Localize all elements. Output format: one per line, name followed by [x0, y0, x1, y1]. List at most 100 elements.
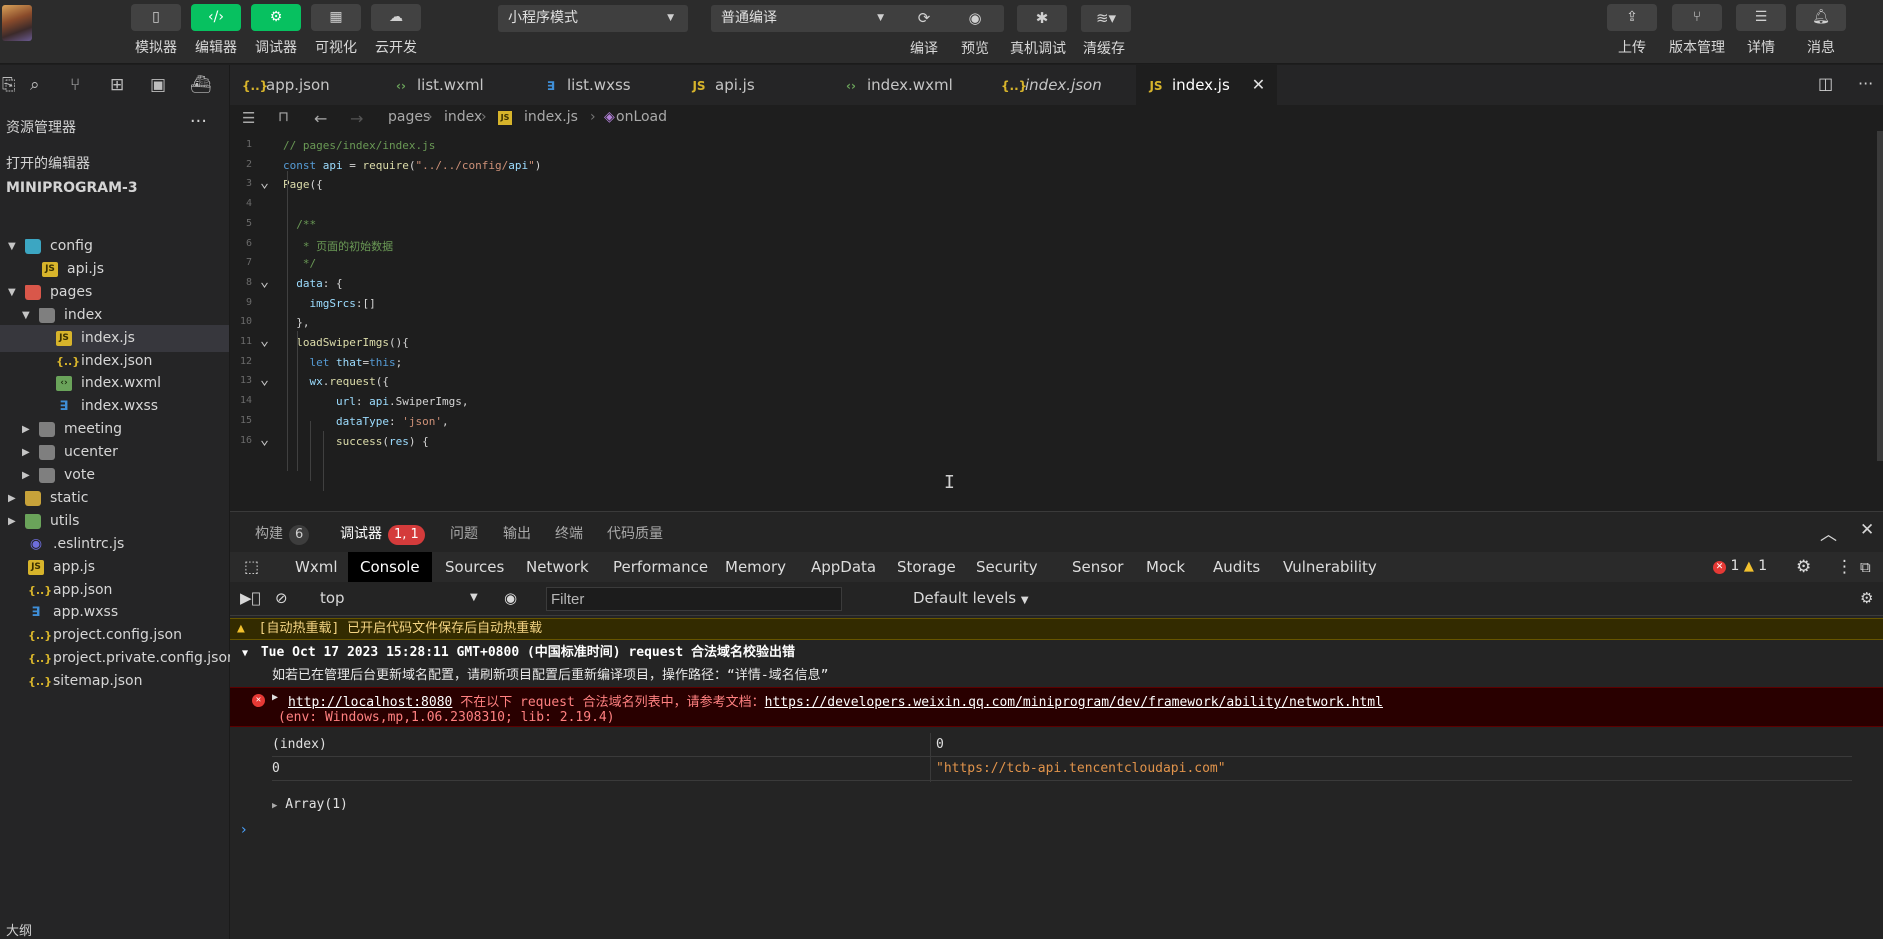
devtools-tab[interactable]: Storage	[897, 552, 956, 582]
more-icon[interactable]: ⋮	[1836, 552, 1853, 582]
back-icon[interactable]: ←	[314, 109, 327, 128]
breadcrumb-item[interactable]: pages	[388, 109, 430, 125]
messages-button[interactable]: 🔔︎ 消息	[1795, 4, 1847, 60]
preview-label[interactable]: 预览	[961, 38, 989, 58]
upload-button[interactable]: ⇪ 上传	[1606, 4, 1658, 60]
eye-icon[interactable]: ◉	[953, 5, 997, 32]
forward-icon[interactable]: →	[350, 109, 363, 128]
tab-code-quality[interactable]: 代码质量	[607, 523, 663, 543]
filter-input[interactable]	[547, 588, 841, 610]
real-debug-label[interactable]: 真机调试	[1010, 38, 1066, 58]
close-icon[interactable]: ✕	[1860, 520, 1874, 540]
devtools-tab[interactable]: Wxml	[295, 552, 338, 582]
split-editor-icon[interactable]: ◫	[1818, 74, 1833, 93]
list-icon[interactable]: ☰	[242, 109, 255, 127]
fold-chevron-icon[interactable]: ⌄	[260, 372, 269, 387]
code-area[interactable]: 1 // pages/index/index.js 2 const api = req…	[230, 131, 1883, 511]
devtools-tab[interactable]: Memory	[725, 552, 786, 582]
more-icon[interactable]: ···	[190, 111, 207, 132]
array-expander[interactable]: ▶ Array(1)	[272, 797, 348, 812]
error-doc-link[interactable]: https://developers.weixin.qq.com/minipro…	[765, 695, 1383, 710]
cloud-db-icon[interactable]: ▣	[150, 75, 166, 95]
editor-scrollbar[interactable]	[1877, 131, 1883, 461]
devtools-tab-console[interactable]: Console	[348, 552, 432, 582]
context-select[interactable]: top	[320, 589, 345, 607]
folder-icon	[25, 239, 41, 254]
triangle-right-icon[interactable]: ▶	[272, 692, 278, 703]
avatar[interactable]	[2, 5, 32, 41]
devtools-tab[interactable]: Network	[526, 552, 589, 582]
editor-button[interactable]: ‹/› 编辑器	[190, 4, 242, 60]
more-icon[interactable]: ···	[1858, 74, 1873, 93]
tab-debugger[interactable]: 调试器 1, 1	[340, 523, 425, 545]
fold-chevron-icon[interactable]: ⌄	[260, 175, 269, 190]
tab-list-wxss[interactable]: ∃ list.wxss	[543, 65, 631, 105]
table-row: 0 "https://tcb-api.tencentcloudapi.com"	[272, 757, 1852, 781]
tab-problems[interactable]: 问题	[450, 523, 478, 543]
sidebar-toggle-icon[interactable]: ▶⃞	[240, 589, 261, 607]
refresh-icon[interactable]: ⟳	[902, 5, 946, 32]
issue-counter[interactable]: ✕ 1 ▲ 1	[1713, 558, 1767, 574]
devtools-tab[interactable]: AppData	[811, 552, 876, 582]
tab-api-js[interactable]: JS api.js	[691, 65, 754, 105]
tab-terminal[interactable]: 终端	[555, 523, 583, 543]
extensions-icon[interactable]: ⊞	[110, 75, 124, 95]
tab-list-wxml[interactable]: ‹› list.wxml	[393, 65, 484, 105]
cloud-dev-button[interactable]: ☁ 云开发	[370, 4, 422, 60]
fold-chevron-icon[interactable]: ⌄	[260, 431, 269, 446]
fold-chevron-icon[interactable]: ⌄	[260, 273, 269, 288]
real-debug-button[interactable]: ✱	[1017, 5, 1067, 32]
debugger-button[interactable]: ⚙ 调试器	[250, 4, 302, 60]
code-line: dataType: 'json',	[335, 414, 449, 428]
tab-index-js[interactable]: JS index.js ✕	[1136, 65, 1278, 105]
clear-console-icon[interactable]: ⊘	[275, 589, 288, 607]
files-icon[interactable]: ⎘	[2, 75, 16, 95]
tab-output[interactable]: 输出	[503, 523, 531, 543]
project-section[interactable]: MINIPROGRAM-3	[6, 180, 138, 196]
breadcrumb-item[interactable]: index.js	[524, 109, 578, 125]
tab-index-json[interactable]: {..}index.json	[1001, 65, 1102, 105]
fold-chevron-icon[interactable]: ⌄	[260, 333, 269, 348]
gear-icon[interactable]: ⚙	[1796, 552, 1811, 582]
outline-section[interactable]: 大纲	[6, 920, 32, 939]
eye-icon[interactable]: ◉	[504, 589, 517, 607]
devtools-tab[interactable]: Sensor	[1072, 552, 1123, 582]
devtools-tab[interactable]: Mock	[1146, 552, 1185, 582]
chevron-up-icon[interactable]: ︿	[1820, 520, 1837, 545]
source-control-icon[interactable]: ⑂	[70, 75, 80, 95]
open-editors-section[interactable]: 打开的编辑器	[6, 153, 90, 173]
dock-icon[interactable]: ⧉	[1860, 552, 1871, 582]
compile-select[interactable]: 普通编译 ▼	[711, 5, 898, 32]
breadcrumb-item[interactable]: onLoad	[616, 109, 667, 125]
simulator-button[interactable]: ▯ 模拟器	[130, 4, 182, 60]
visual-button[interactable]: ▦ 可视化	[310, 4, 362, 60]
search-icon[interactable]: ⌕	[30, 75, 40, 95]
tab-app-json[interactable]: {..}app.json	[242, 65, 330, 105]
gear-icon[interactable]: ⚙	[1860, 589, 1873, 607]
tree-item-sitemap-json[interactable]: {..} sitemap.json	[0, 668, 229, 695]
breadcrumb-item[interactable]: index	[444, 109, 482, 125]
console-prompt-icon[interactable]: ›	[241, 822, 247, 838]
error-source-link[interactable]: http://localhost:8080	[288, 695, 452, 710]
compile-label[interactable]: 编译	[910, 38, 938, 58]
levels-select[interactable]: Default levels ▼	[913, 589, 1029, 607]
inspect-icon[interactable]: ⬚	[244, 552, 259, 582]
clear-cache-label[interactable]: 清缓存	[1083, 38, 1125, 58]
devtools-tab[interactable]: Performance	[613, 552, 708, 582]
tab-index-wxml[interactable]: ‹› index.wxml	[843, 65, 953, 105]
bookmark-icon[interactable]: ⊓	[278, 109, 289, 125]
clear-cache-button[interactable]: ≋▾	[1081, 5, 1131, 32]
devtools-tab[interactable]: Vulnerability	[1283, 552, 1377, 582]
details-button[interactable]: ☰ 详情	[1735, 4, 1787, 60]
docker-icon[interactable]: ⛴	[190, 75, 212, 95]
console-filter-field[interactable]	[546, 587, 842, 611]
devtools-tab[interactable]: Security	[976, 552, 1038, 582]
devtools-tab[interactable]: Audits	[1213, 552, 1260, 582]
close-icon[interactable]: ✕	[1252, 75, 1265, 94]
devtools-tab[interactable]: Sources	[445, 552, 504, 582]
mode-select[interactable]: 小程序模式 ▼	[498, 5, 688, 32]
main-toolbar: ▯ 模拟器 ‹/› 编辑器 ⚙ 调试器 ▦ 可视化 ☁ 云开发 小程序模式 ▼ …	[0, 0, 1883, 64]
version-button[interactable]: ⑂ 版本管理	[1662, 4, 1732, 60]
console-group-header[interactable]: ▼ Tue Oct 17 2023 15:28:11 GMT+0800 (中国标…	[230, 642, 1883, 664]
tab-build[interactable]: 构建 6	[255, 523, 310, 545]
